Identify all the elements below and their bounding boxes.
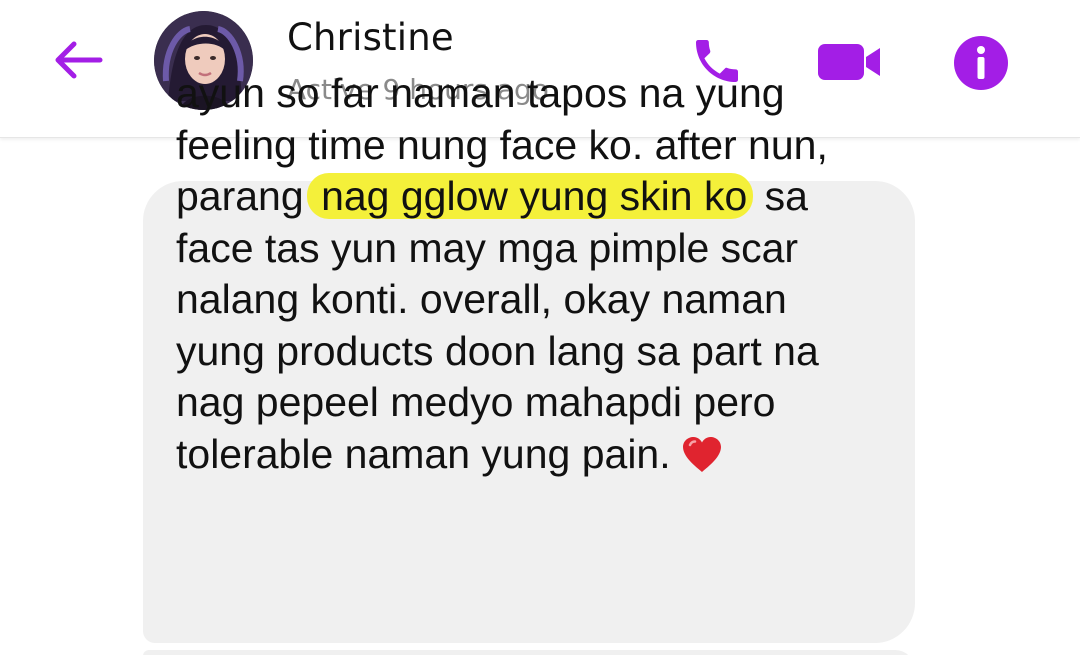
message-line: face tas yun may mga pimple scar: [176, 224, 799, 271]
message-line: nag pepeel medyo mahapdi pero: [176, 379, 776, 425]
message-line: ayun so far naman tapos na yung: [176, 70, 785, 116]
message-line: tolerable naman yung pain.: [176, 429, 906, 481]
heart-icon: [681, 435, 723, 487]
message-text: ayun so far naman tapos na yung feeling …: [176, 68, 906, 480]
messenger-chat-screen: Christine Active 9 hours ago ayun so far…: [0, 0, 1080, 655]
message-segment: sa: [753, 173, 808, 219]
next-message-bubble[interactable]: [143, 650, 915, 655]
message-line: yung products doon lang sa part na: [176, 327, 819, 374]
contact-name[interactable]: Christine: [287, 16, 454, 59]
back-arrow-icon: [55, 41, 103, 79]
highlighted-text: nag gglow yung skin ko: [307, 173, 754, 219]
message-line: nalang konti. overall, okay naman: [176, 276, 787, 322]
message-line: parang nag gglow yung skin ko sa: [176, 171, 906, 223]
info-icon: [954, 36, 1008, 90]
info-button[interactable]: [950, 32, 1012, 94]
message-segment: tolerable naman yung pain.: [176, 430, 671, 477]
back-button[interactable]: [46, 34, 108, 86]
message-line: feeling time nung face ko. after nun,: [176, 121, 828, 168]
message-segment: parang: [176, 173, 316, 219]
